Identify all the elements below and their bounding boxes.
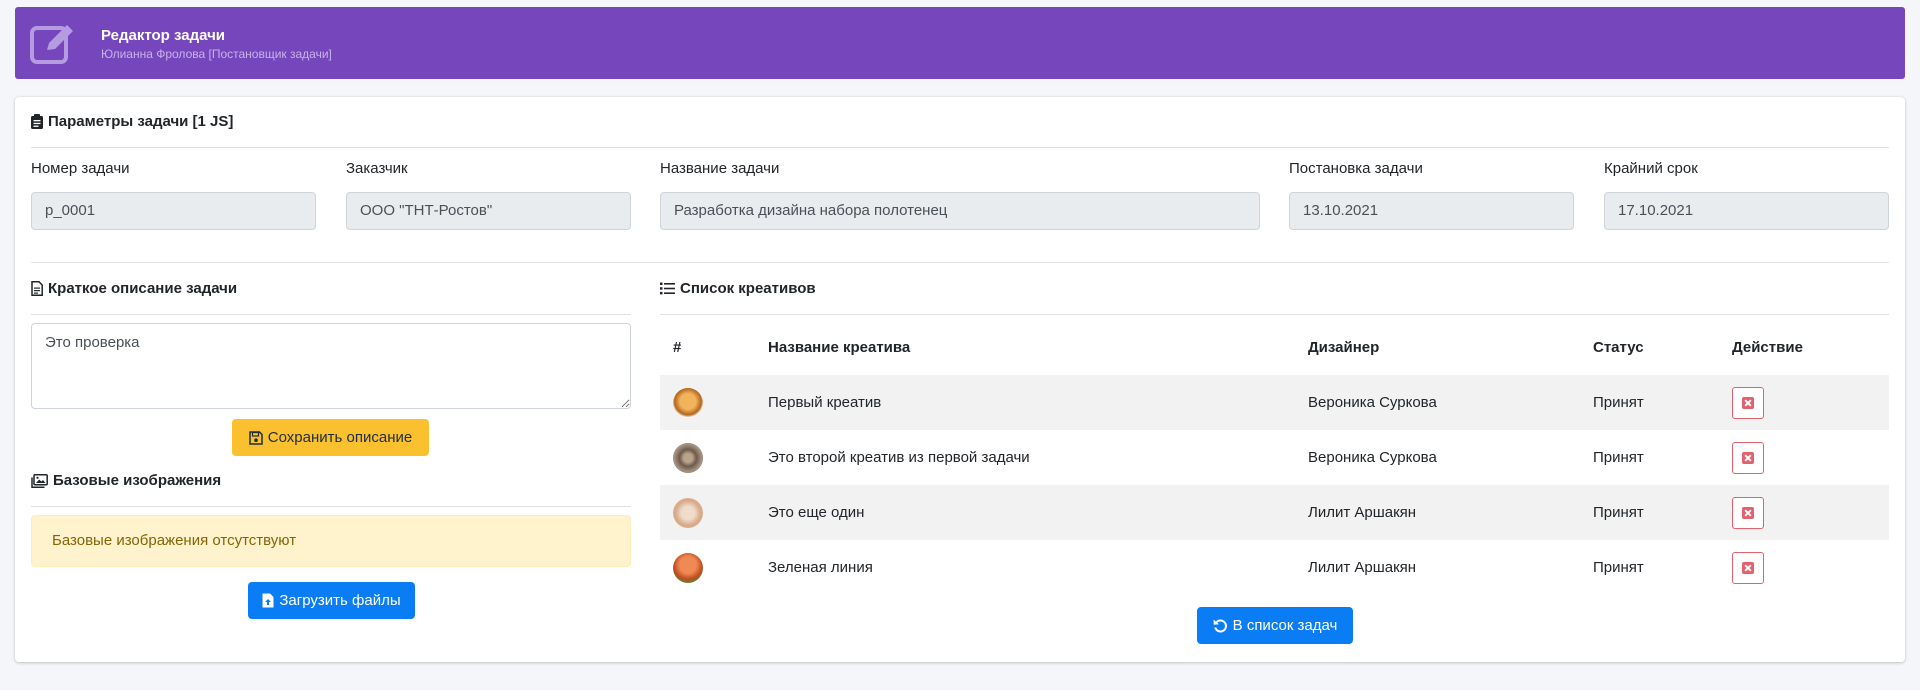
creative-status: Принят [1593,394,1644,411]
delete-button[interactable] [1732,386,1764,419]
list-icon [660,282,675,295]
creatives-section-title: Список креативов [660,280,816,297]
save-icon [249,430,263,445]
file-upload-icon [262,593,274,608]
creative-designer: Вероника Суркова [1308,394,1437,411]
back-to-tasks-button[interactable]: В список задач [1197,607,1353,644]
delete-button[interactable] [1732,441,1764,474]
divider [31,147,1889,148]
column-header: Название креатива [768,339,911,356]
save-description-button[interactable]: Сохранить описание [232,419,429,456]
close-icon [1742,451,1754,464]
customer-label: Заказчик [346,160,408,177]
base-images-section-title: Базовые изображения [31,472,221,489]
creative-thumbnail[interactable] [673,552,703,583]
table-row[interactable]: Первый креатив Вероника Суркова Принят [660,375,1889,430]
creative-thumbnail[interactable] [673,442,703,473]
creative-status: Принят [1593,504,1644,521]
divider [31,262,1889,263]
creative-status: Принят [1593,559,1644,576]
task-name-field[interactable]: Разработка дизайна набора полотенец [660,192,1260,230]
close-icon [1742,506,1754,519]
start-date-field[interactable]: 13.10.2021 [1289,192,1574,230]
task-number-label: Номер задачи [31,160,130,177]
file-text-icon [31,281,43,296]
params-section-title: Параметры задачи [1 JS] [31,113,233,130]
task-number-field[interactable]: p_0001 [31,192,316,230]
images-icon [31,473,48,488]
column-header: Действие [1732,339,1803,356]
deadline-field[interactable]: 17.10.2021 [1604,192,1889,230]
delete-button[interactable] [1732,551,1764,584]
clipboard-icon [31,114,43,129]
table-row[interactable]: Зеленая линия Лилит Аршакян Принят [660,540,1889,595]
table-row[interactable]: Это еще один Лилит Аршакян Принят [660,485,1889,540]
column-header: Дизайнер [1308,339,1380,356]
close-icon [1742,561,1754,574]
column-header: # [673,339,682,356]
close-icon [1742,396,1754,409]
creative-designer: Лилит Аршакян [1308,559,1417,576]
creative-designer: Вероника Суркова [1308,449,1437,466]
table-row[interactable]: Это второй креатив из первой задачи Веро… [660,430,1889,485]
creative-name: Это второй креатив из первой задачи [768,449,1030,466]
description-textarea[interactable]: Это проверка [31,323,631,409]
undo-icon [1213,619,1227,633]
table-header-row: # Название креатива Дизайнер Статус Дейс… [660,320,1889,375]
upload-files-button[interactable]: Загрузить файлы [248,582,415,619]
page-title: Редактор задачи [101,27,226,44]
edit-icon [30,25,73,64]
creative-thumbnail[interactable] [673,387,703,418]
page-header: Редактор задачи Юлианна Фролова [Постано… [15,7,1905,79]
creative-name: Первый креатив [768,394,882,411]
page-subtitle: Юлианна Фролова [Постановщик задачи] [101,47,332,61]
divider [31,314,631,315]
creative-designer: Лилит Аршакян [1308,504,1417,521]
creative-name: Это еще один [768,504,865,521]
creative-name: Зеленая линия [768,559,873,576]
creatives-table: # Название креатива Дизайнер Статус Дейс… [660,320,1889,595]
start-date-label: Постановка задачи [1289,160,1423,177]
delete-button[interactable] [1732,496,1764,529]
deadline-label: Крайний срок [1604,160,1698,177]
description-section-title: Краткое описание задачи [31,280,237,297]
divider [31,506,631,507]
task-card: Параметры задачи [1 JS] Номер задачи p_0… [15,97,1905,662]
creative-status: Принят [1593,449,1644,466]
column-header: Статус [1593,339,1644,356]
divider [660,314,1889,315]
task-name-label: Название задачи [660,160,780,177]
customer-field[interactable]: ООО "ТНТ-Ростов" [346,192,631,230]
creative-thumbnail[interactable] [673,497,703,528]
empty-images-alert: Базовые изображения отсутствуют [31,515,631,567]
